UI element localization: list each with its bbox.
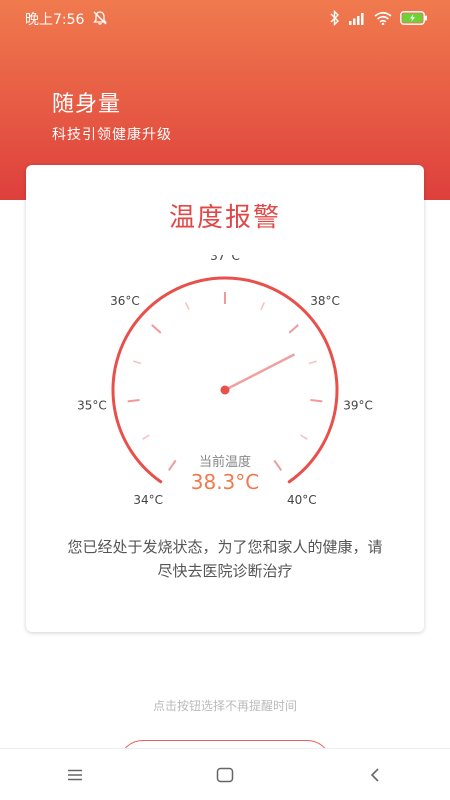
home-button[interactable] — [205, 755, 245, 795]
app-title: 随身量 — [52, 92, 122, 117]
screen: 晚上7:56 随身量 科技引领健康升级 温度报警 34°C 35°C 36°C … — [0, 0, 450, 800]
menu-icon — [68, 769, 82, 781]
wifi-icon — [374, 11, 392, 25]
gauge-minor-tick — [185, 302, 190, 311]
status-bar: 晚上7:56 — [0, 0, 450, 36]
alert-message: 您已经处于发烧状态，为了您和家人的健康，请尽快去医院诊断治疗 — [67, 538, 383, 580]
gauge-minor-tick — [308, 360, 317, 365]
back-button[interactable] — [355, 755, 395, 795]
app-subtitle: 科技引领健康升级 — [52, 127, 172, 143]
navigation-bar — [0, 748, 450, 800]
back-icon — [370, 768, 379, 782]
notification-off-icon — [93, 11, 107, 25]
gauge-tick — [151, 324, 162, 334]
current-temperature-value: 38.3°C — [190, 470, 260, 494]
gauge-tick-label: 36°C — [110, 294, 140, 308]
gauge-tick-label: 34°C — [133, 493, 163, 507]
current-temperature-label: 当前温度 — [198, 455, 251, 470]
gauge-minor-tick — [133, 360, 142, 365]
gauge-minor-tick — [300, 434, 308, 440]
gauge-tick-label: 37°C — [210, 255, 240, 263]
bluetooth-icon — [330, 10, 339, 26]
hint-text: 点击按钮选择不再提醒时间 — [152, 699, 297, 713]
status-time: 晚上7:56 — [25, 12, 85, 28]
signal-icon — [349, 13, 364, 25]
gauge-tick-label: 40°C — [287, 493, 317, 507]
home-icon — [216, 767, 234, 783]
gauge-minor-tick — [260, 302, 265, 311]
gauge-tick-label: 39°C — [343, 399, 373, 413]
gauge-tick-label: 38°C — [310, 294, 340, 308]
gauge-tick — [288, 324, 299, 334]
gauge-hub — [220, 385, 230, 395]
battery-charging-icon — [400, 11, 427, 25]
gauge-tick — [127, 398, 140, 403]
gauge-ticks — [127, 292, 323, 471]
status-icons — [330, 9, 428, 27]
gauge-tick-label: 35°C — [77, 399, 107, 413]
gauge-minor-tick — [142, 434, 150, 440]
menu-button[interactable] — [55, 755, 95, 795]
gauge-tick — [310, 398, 323, 403]
gauge-needle — [223, 353, 295, 392]
alert-title: 温度报警 — [168, 203, 281, 233]
alert-card: 温度报警 34°C 35°C 36°C 37°C 38°C 39°C 40°C 当前温度 3… — [26, 165, 424, 632]
